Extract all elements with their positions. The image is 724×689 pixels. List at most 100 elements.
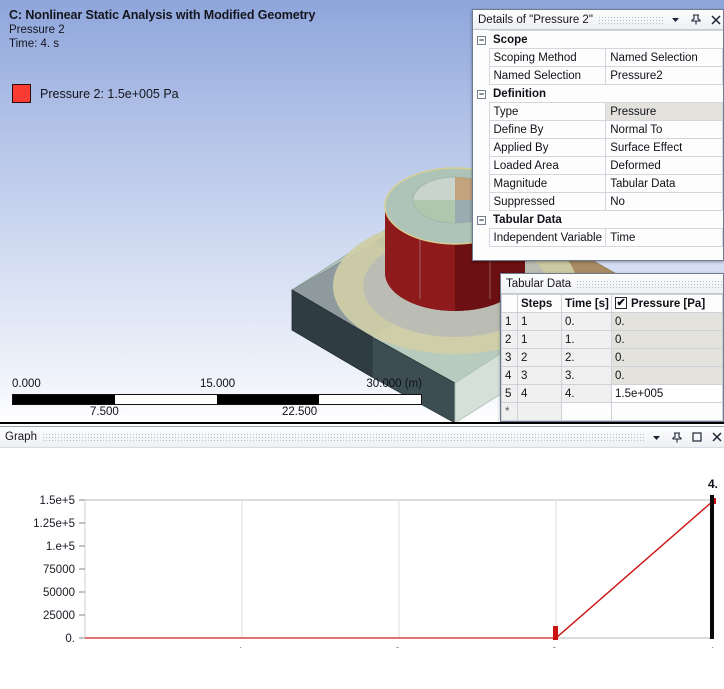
pin-icon[interactable] — [688, 12, 703, 28]
ytick-label-150000: 1.5e+5 — [40, 495, 76, 507]
cell-steps[interactable]: 1 — [518, 331, 562, 349]
tabular-panel-titlebar[interactable]: Tabular Data — [501, 274, 723, 294]
cell-pressure[interactable]: 0. — [612, 313, 723, 331]
cell-time[interactable]: 1. — [562, 331, 612, 349]
column-header-pressure[interactable]: Pressure [Pa] — [612, 295, 723, 313]
chevron-down-icon[interactable] — [668, 12, 683, 28]
series-segment-ramp — [556, 501, 713, 638]
collapse-icon[interactable]: − — [477, 216, 486, 225]
details-group-tabular-data[interactable]: − Tabular Data — [473, 211, 723, 229]
details-group-definition[interactable]: − Definition — [473, 85, 723, 103]
scale-tick-30: 30.000 (m) — [366, 378, 422, 390]
details-panel-titlebar[interactable]: Details of "Pressure 2" — [473, 10, 723, 30]
details-row-label: Suppressed — [489, 193, 606, 211]
cell-time[interactable] — [562, 403, 612, 421]
viewport-header: C: Nonlinear Static Analysis with Modifi… — [9, 8, 315, 50]
details-row-independent-variable[interactable]: Independent Variable Time — [473, 229, 723, 247]
table-row[interactable]: 2 1 1. 0. — [502, 331, 723, 349]
row-gutter — [473, 139, 489, 157]
cell-pressure[interactable] — [612, 403, 723, 421]
pressure-column-checkbox[interactable] — [615, 297, 627, 309]
definition-expander-cell[interactable]: − — [473, 85, 489, 103]
tabular-header-row: Steps Time [s] Pressure [Pa] — [502, 295, 723, 313]
collapse-icon[interactable]: − — [477, 36, 486, 45]
cell-time[interactable]: 3. — [562, 367, 612, 385]
3d-viewport[interactable]: C: Nonlinear Static Analysis with Modifi… — [0, 0, 724, 424]
tabular-data-panel: Tabular Data Steps Time [s] Pressure [Pa… — [500, 273, 724, 422]
details-row-type[interactable]: Type Pressure — [473, 103, 723, 121]
scale-ticks-bottom: 7.500 22.500 — [12, 406, 422, 421]
maximize-icon[interactable] — [689, 429, 704, 445]
tabular-data-grid[interactable]: Steps Time [s] Pressure [Pa] 1 1 0. 0. 2… — [501, 294, 723, 421]
peak-annotation-label: 4. — [708, 477, 718, 491]
table-row-new[interactable]: * — [502, 403, 723, 421]
cell-steps[interactable]: 2 — [518, 349, 562, 367]
row-gutter — [473, 229, 489, 247]
details-row-value[interactable]: Named Selection — [606, 49, 723, 67]
row-gutter — [473, 157, 489, 175]
scale-tick-7-5: 7.500 — [90, 406, 119, 418]
xtick-label-3: 3. — [551, 647, 561, 648]
xtick-label-4: 4. — [708, 647, 718, 648]
tabular-header: Steps Time [s] Pressure [Pa] — [502, 295, 723, 313]
details-row-value[interactable]: Deformed — [606, 157, 723, 175]
cell-steps[interactable]: 1 — [518, 313, 562, 331]
scope-expander-cell[interactable]: − — [473, 31, 489, 49]
cell-time[interactable]: 0. — [562, 313, 612, 331]
row-gutter — [473, 175, 489, 193]
cell-pressure[interactable]: 1.5e+005 — [612, 385, 723, 403]
cell-pressure[interactable]: 0. — [612, 331, 723, 349]
close-icon[interactable] — [708, 12, 723, 28]
details-row-value[interactable]: No — [606, 193, 723, 211]
column-header-time[interactable]: Time [s] — [562, 295, 612, 313]
details-row-value[interactable]: Tabular Data — [606, 175, 723, 193]
table-row[interactable]: 5 4 4. 1.5e+005 — [502, 385, 723, 403]
pin-icon[interactable] — [669, 429, 684, 445]
details-row-value[interactable]: Normal To — [606, 121, 723, 139]
time-label: Time: 4. s — [9, 38, 315, 50]
graph-panel-titlebar[interactable]: Graph — [0, 427, 724, 448]
cell-steps[interactable]: 3 — [518, 367, 562, 385]
details-row-magnitude[interactable]: Magnitude Tabular Data — [473, 175, 723, 193]
details-group-scope[interactable]: − Scope — [473, 31, 723, 49]
load-name: Pressure 2 — [9, 24, 315, 36]
details-row-value[interactable]: Pressure2 — [606, 67, 723, 85]
xtick-label-1: 1. — [237, 647, 247, 648]
titlebar-grip — [598, 16, 663, 24]
details-row-label: Type — [489, 103, 606, 121]
cell-pressure[interactable]: 0. — [612, 349, 723, 367]
details-row-value[interactable]: Time — [606, 229, 723, 247]
cell-pressure[interactable]: 0. — [612, 367, 723, 385]
details-row-define-by[interactable]: Define By Normal To — [473, 121, 723, 139]
table-row[interactable]: 4 3 3. 0. — [502, 367, 723, 385]
details-row-scoping-method[interactable]: Scoping Method Named Selection — [473, 49, 723, 67]
table-row[interactable]: 1 1 0. 0. — [502, 313, 723, 331]
scale-tick-22-5: 22.500 — [282, 406, 317, 418]
chevron-down-icon[interactable] — [649, 429, 664, 445]
table-row[interactable]: 3 2 2. 0. — [502, 349, 723, 367]
cell-steps[interactable]: 4 — [518, 385, 562, 403]
details-row-named-selection[interactable]: Named Selection Pressure2 — [473, 67, 723, 85]
pressure-vs-time-chart[interactable]: 1.5e+5 1.25e+5 1.e+5 75000 50000 25000 0… — [0, 448, 724, 648]
current-step-cursor[interactable] — [710, 495, 714, 639]
details-row-suppressed[interactable]: Suppressed No — [473, 193, 723, 211]
collapse-icon[interactable]: − — [477, 90, 486, 99]
scale-ticks-top: 0.000 15.000 30.000 (m) — [12, 378, 422, 393]
details-row-loaded-area[interactable]: Loaded Area Deformed — [473, 157, 723, 175]
details-panel: Details of "Pressure 2" − Scope — [472, 9, 724, 261]
ytick-label-125000: 1.25e+5 — [33, 518, 75, 530]
cell-time[interactable]: 2. — [562, 349, 612, 367]
details-row-label: Scoping Method — [489, 49, 606, 67]
tabular-body: 1 1 0. 0. 2 1 1. 0. 3 2 2. — [502, 313, 723, 421]
graph-plot-area[interactable]: 1.5e+5 1.25e+5 1.e+5 75000 50000 25000 0… — [0, 448, 724, 648]
details-row-value[interactable]: Surface Effect — [606, 139, 723, 157]
legend-color-swatch — [12, 84, 31, 103]
tabular-expander-cell[interactable]: − — [473, 211, 489, 229]
row-index: 5 — [502, 385, 518, 403]
details-row-applied-by[interactable]: Applied By Surface Effect — [473, 139, 723, 157]
close-icon[interactable] — [709, 429, 724, 445]
cell-time[interactable]: 4. — [562, 385, 612, 403]
row-index: 1 — [502, 313, 518, 331]
column-header-steps[interactable]: Steps — [518, 295, 562, 313]
cell-steps[interactable] — [518, 403, 562, 421]
